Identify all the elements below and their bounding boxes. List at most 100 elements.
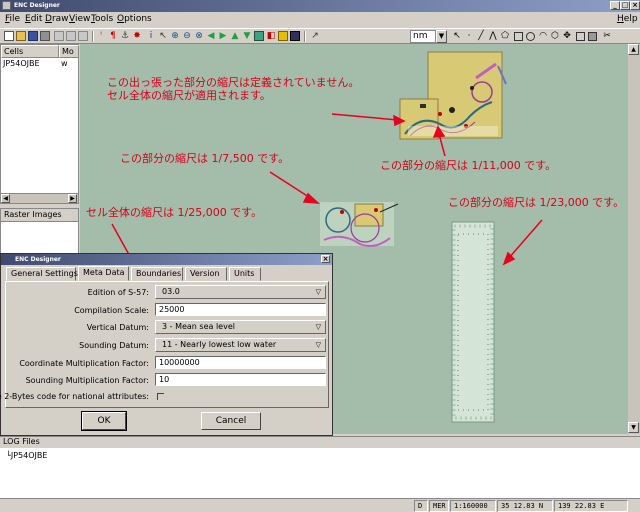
dialog-title: ENC Designer bbox=[15, 256, 61, 263]
log-entry[interactable]: └JP54OJBE bbox=[6, 451, 47, 460]
scroll-down-icon[interactable]: ▼ bbox=[628, 422, 639, 433]
dialog-titlebar[interactable]: ENC Designer × bbox=[1, 254, 332, 265]
cells-panel: Cells Mo JP54OJBE w ◀ ▶ bbox=[0, 44, 79, 204]
edition-label: Edition of S-57: bbox=[87, 288, 149, 297]
horizontal-scrollbar[interactable]: ◀ ▶ bbox=[1, 193, 78, 203]
coord-factor-label: Coordinate Multiplication Factor: bbox=[19, 359, 149, 368]
tab-units[interactable]: Units bbox=[229, 267, 261, 281]
zoom-out-icon[interactable]: ⊖ bbox=[182, 31, 192, 41]
new-file-icon[interactable] bbox=[4, 31, 14, 41]
box-icon[interactable] bbox=[576, 32, 585, 41]
sounding-datum-select[interactable]: 11 - Nearly lowest low water ▽ bbox=[155, 338, 326, 352]
pan-left-icon[interactable]: ◀ bbox=[206, 31, 216, 41]
cells-column-header[interactable]: Cells bbox=[1, 45, 59, 58]
menubar: File Edit Draw View Tools Options Help bbox=[0, 12, 640, 28]
menu-help[interactable]: Help bbox=[617, 14, 638, 24]
toolbar-separator bbox=[92, 31, 94, 42]
polygon-icon[interactable]: ⬡ bbox=[550, 31, 560, 41]
tab-boundaries[interactable]: Boundaries bbox=[131, 267, 183, 281]
sounding-factor-label: Sounding Multiplication Factor: bbox=[25, 376, 149, 385]
copy-icon[interactable] bbox=[66, 31, 76, 41]
line-tool-icon[interactable]: ╱ bbox=[476, 31, 486, 41]
annotation-scale-11000: この部分の縮尺は 1/11,000 です。 bbox=[380, 159, 557, 172]
pan-down-icon[interactable]: ▼ bbox=[242, 31, 252, 41]
paste-icon[interactable] bbox=[78, 31, 88, 41]
lamp-icon[interactable] bbox=[278, 31, 288, 41]
pointer-icon[interactable]: ↖ bbox=[452, 31, 462, 41]
measure-icon[interactable]: ↗ bbox=[310, 31, 320, 41]
menu-edit[interactable]: Edit bbox=[25, 14, 42, 24]
dropdown-icon: ▽ bbox=[315, 341, 321, 349]
vertical-scrollbar[interactable]: ▲ ▼ bbox=[628, 44, 640, 434]
sounding-datum-label: Sounding Datum: bbox=[79, 341, 149, 350]
cancel-button[interactable]: Cancel bbox=[201, 412, 261, 430]
chart-region-top bbox=[399, 51, 507, 140]
dropdown-icon: ▽ bbox=[315, 323, 321, 331]
app-icon bbox=[2, 1, 11, 10]
polyline-icon[interactable]: ⋀ bbox=[488, 31, 498, 41]
circle-icon[interactable] bbox=[526, 32, 535, 41]
mode-column-header[interactable]: Mo bbox=[59, 45, 79, 58]
scroll-left-icon[interactable]: ◀ bbox=[1, 194, 10, 203]
scissors-icon[interactable]: ✂ bbox=[602, 31, 612, 41]
layer-icon[interactable] bbox=[254, 31, 264, 41]
node-icon[interactable]: · bbox=[464, 31, 474, 41]
menu-file[interactable]: File bbox=[5, 14, 20, 24]
vertical-datum-value: 3 - Mean sea level bbox=[162, 322, 235, 331]
maximize-icon[interactable]: □ bbox=[620, 1, 630, 10]
fill-icon[interactable] bbox=[588, 32, 597, 41]
scroll-right-icon[interactable]: ▶ bbox=[68, 194, 77, 203]
red-pin-icon[interactable]: ꜝ bbox=[96, 31, 106, 41]
open-folder-icon[interactable] bbox=[16, 31, 26, 41]
scroll-up-icon[interactable]: ▲ bbox=[628, 44, 639, 55]
cut-icon[interactable] bbox=[54, 31, 64, 41]
minimize-icon[interactable]: _ bbox=[610, 1, 620, 10]
tab-version[interactable]: Version bbox=[185, 267, 227, 281]
area-icon[interactable]: ⬠ bbox=[500, 31, 510, 41]
log-entry-label: JP54OJBE bbox=[10, 451, 48, 460]
ok-button[interactable]: OK bbox=[81, 411, 127, 431]
select-icon[interactable]: ↖ bbox=[158, 31, 168, 41]
close-icon[interactable]: × bbox=[630, 1, 640, 10]
menu-tools[interactable]: Tools bbox=[91, 14, 113, 24]
zoom-in-icon[interactable]: ⊕ bbox=[170, 31, 180, 41]
save-icon[interactable] bbox=[28, 31, 38, 41]
save-all-icon[interactable] bbox=[40, 31, 50, 41]
compilation-scale-input[interactable]: 25000 bbox=[155, 303, 326, 316]
rectangle-icon[interactable] bbox=[514, 32, 523, 41]
coord-factor-input[interactable]: 10000000 bbox=[155, 356, 326, 369]
log-panel: LOG Files └JP54OJBE bbox=[0, 436, 640, 498]
pan-up-icon[interactable]: ▲ bbox=[230, 31, 240, 41]
vertical-datum-select[interactable]: 3 - Mean sea level ▽ bbox=[155, 320, 326, 334]
status-scale: 1:160000 bbox=[450, 500, 496, 512]
anchor-icon[interactable]: ⚓ bbox=[120, 31, 130, 41]
arc-icon[interactable]: ◠ bbox=[538, 31, 548, 41]
color-icon[interactable]: ◧ bbox=[266, 31, 276, 41]
chevron-down-icon[interactable]: ▼ bbox=[436, 30, 447, 43]
light-icon[interactable]: ✸ bbox=[132, 31, 142, 41]
window-titlebar[interactable]: ENC Designer _ □ × bbox=[0, 0, 640, 12]
chart-region-strip bbox=[451, 221, 495, 423]
sounding-factor-input[interactable]: 10 bbox=[155, 373, 326, 386]
dialog-close-icon[interactable]: × bbox=[321, 255, 330, 263]
annotation-line-1: この出っ張った部分の縮尺は定義されていません。 bbox=[107, 76, 360, 89]
annotation-line-2: セル全体の縮尺が適用されます。 bbox=[107, 89, 271, 102]
pan-right-icon[interactable]: ▶ bbox=[218, 31, 228, 41]
chart-region-middle bbox=[320, 202, 399, 247]
meta-data-panel: Edition of S-57: 03.0 ▽ Compilation Scal… bbox=[0, 281, 329, 408]
tab-meta-data[interactable]: Meta Data bbox=[78, 266, 129, 281]
menu-draw[interactable]: Draw bbox=[45, 14, 69, 24]
display-icon[interactable] bbox=[290, 31, 300, 41]
unit-select[interactable]: nm bbox=[410, 30, 436, 43]
cell-row[interactable]: JP54OJBE w bbox=[3, 59, 68, 68]
red-flag-icon[interactable]: ¶ bbox=[108, 31, 118, 41]
zoom-fit-icon[interactable]: ⊗ bbox=[194, 31, 204, 41]
tab-general-settings[interactable]: General Settings bbox=[6, 267, 78, 281]
move-icon[interactable]: ✥ bbox=[562, 31, 572, 41]
menu-view[interactable]: View bbox=[69, 14, 90, 24]
edition-select[interactable]: 03.0 ▽ bbox=[155, 285, 326, 299]
menu-options[interactable]: Options bbox=[117, 14, 152, 24]
status-projection: MER bbox=[429, 500, 449, 512]
info-icon[interactable]: i bbox=[146, 31, 156, 41]
two-byte-checkbox[interactable] bbox=[157, 393, 164, 400]
